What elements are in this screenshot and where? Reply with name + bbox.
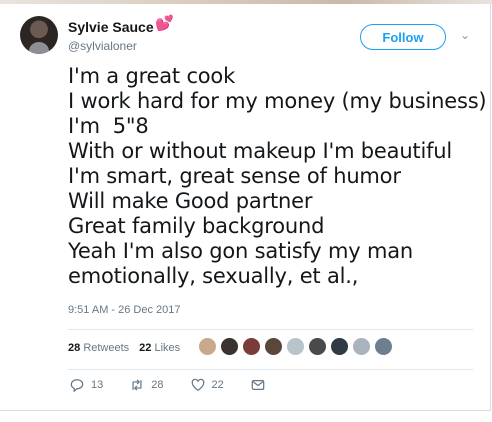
- follow-button[interactable]: Follow: [360, 24, 446, 50]
- engagement-stats: 28 Retweets 22 Likes: [68, 342, 180, 354]
- tweet-card: Sylvie Sauce 💕 @sylvialoner Follow ⌄ I'm…: [0, 4, 491, 411]
- display-name[interactable]: Sylvie Sauce: [68, 19, 154, 35]
- tweet-line: With or without makeup I'm beautiful: [68, 139, 453, 163]
- retweet-icon: [132, 379, 142, 391]
- liker-avatar[interactable]: [352, 337, 371, 356]
- likes-count: 22: [139, 342, 152, 354]
- liker-avatar[interactable]: [286, 337, 305, 356]
- retweets-stat[interactable]: 28 Retweets: [68, 342, 129, 354]
- like-action[interactable]: 22: [191, 378, 224, 392]
- retweets-label: Retweets: [83, 342, 130, 354]
- tweet-text: I'm a great cook I work hard for my mone…: [68, 64, 487, 289]
- action-bar: 13 28 22: [70, 378, 292, 392]
- divider: [68, 329, 473, 330]
- divider: [68, 369, 473, 370]
- liker-avatar[interactable]: [374, 337, 393, 356]
- liker-avatar[interactable]: [242, 337, 261, 356]
- retweet-count: 28: [151, 379, 164, 391]
- tweet-line: I'm a great cook: [68, 64, 236, 88]
- tweet-line: Yeah I'm also gon satisfy my man: [68, 239, 413, 263]
- retweet-action[interactable]: 28: [130, 378, 164, 392]
- liker-avatar[interactable]: [198, 337, 217, 356]
- heart-emoji: 💕: [155, 15, 174, 32]
- likes-label: Likes: [154, 342, 181, 354]
- avatar[interactable]: [20, 16, 58, 54]
- tweet-line: emotionally, sexually, et al.,: [68, 264, 359, 288]
- reply-count: 13: [91, 379, 104, 391]
- liker-avatar[interactable]: [330, 337, 349, 356]
- liker-avatar[interactable]: [264, 337, 283, 356]
- tweet-line: I work hard for my money (my business): [68, 89, 487, 113]
- tweet-line: I'm smart, great sense of humor: [68, 164, 401, 188]
- user-handle[interactable]: @sylvialoner: [68, 39, 137, 53]
- reply-action[interactable]: 13: [70, 378, 103, 392]
- tweet-line: I'm 5"8: [68, 114, 149, 138]
- chevron-down-icon[interactable]: ⌄: [460, 28, 470, 42]
- message-action[interactable]: [251, 378, 265, 392]
- retweets-count: 28: [68, 342, 81, 354]
- envelope-icon: [251, 380, 265, 390]
- liker-avatars: [198, 337, 393, 356]
- like-count: 22: [211, 379, 224, 391]
- tweet-line: Great family background: [68, 214, 325, 238]
- liker-avatar[interactable]: [220, 337, 239, 356]
- likes-stat[interactable]: 22 Likes: [139, 342, 180, 354]
- heart-icon: [191, 378, 204, 391]
- tweet-line: Will make Good partner: [68, 189, 313, 213]
- liker-avatar[interactable]: [308, 337, 327, 356]
- tweet-timestamp[interactable]: 9:51 AM - 26 Dec 2017: [68, 304, 181, 316]
- reply-icon: [70, 379, 84, 392]
